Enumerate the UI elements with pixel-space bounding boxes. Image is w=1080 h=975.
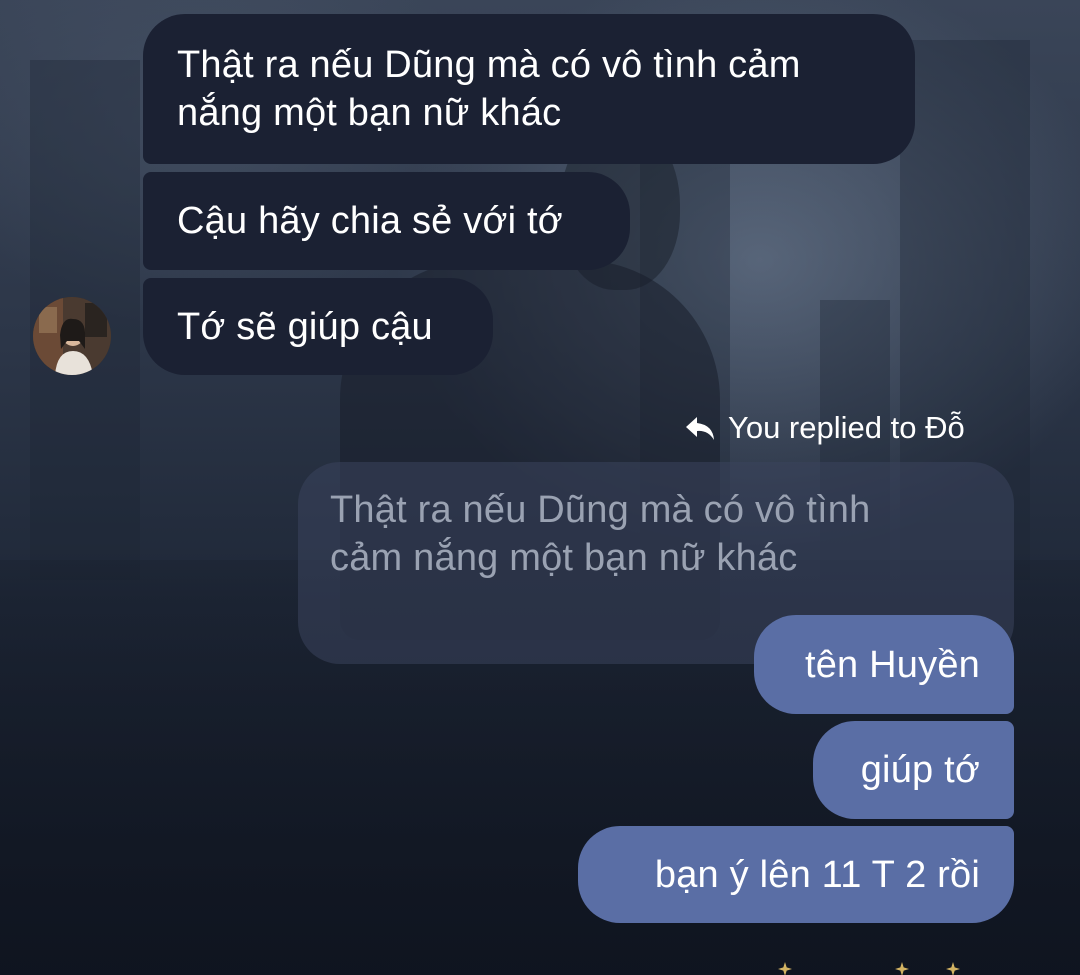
message-bubble-outgoing[interactable]: giúp tớ: [813, 721, 1014, 819]
quoted-message-text: Thật ra nếu Dũng mà có vô tình cảm nắng …: [330, 489, 871, 579]
message-bubble-outgoing[interactable]: tên Huyền: [754, 615, 1014, 714]
reply-arrow-icon: [686, 417, 714, 440]
message-text: Thật ra nếu Dũng mà có vô tình cảm nắng …: [177, 44, 801, 134]
message-text: tên Huyền: [804, 644, 980, 686]
message-text: Cậu hãy chia sẻ với tớ: [177, 200, 563, 242]
contact-avatar[interactable]: [33, 297, 111, 375]
reply-indicator: You replied to Đỗ: [684, 407, 965, 449]
reply-indicator-label: You replied to Đỗ: [728, 410, 965, 445]
message-text: Tớ sẽ giúp cậu: [177, 306, 433, 348]
message-bubble-incoming[interactable]: Tớ sẽ giúp cậu: [143, 278, 493, 375]
message-bubble-incoming[interactable]: Thật ra nếu Dũng mà có vô tình cảm nắng …: [143, 14, 915, 164]
message-bubble-incoming[interactable]: Cậu hãy chia sẻ với tớ: [143, 172, 630, 270]
message-text: bạn ý lên 11 T 2 rồi: [654, 854, 980, 896]
avatar-photo-icon: [33, 297, 111, 375]
message-bubble-outgoing[interactable]: bạn ý lên 11 T 2 rồi: [578, 826, 1014, 923]
message-text: giúp tớ: [860, 749, 980, 791]
message-thread: Thật ra nếu Dũng mà có vô tình cảm nắng …: [0, 0, 1080, 975]
